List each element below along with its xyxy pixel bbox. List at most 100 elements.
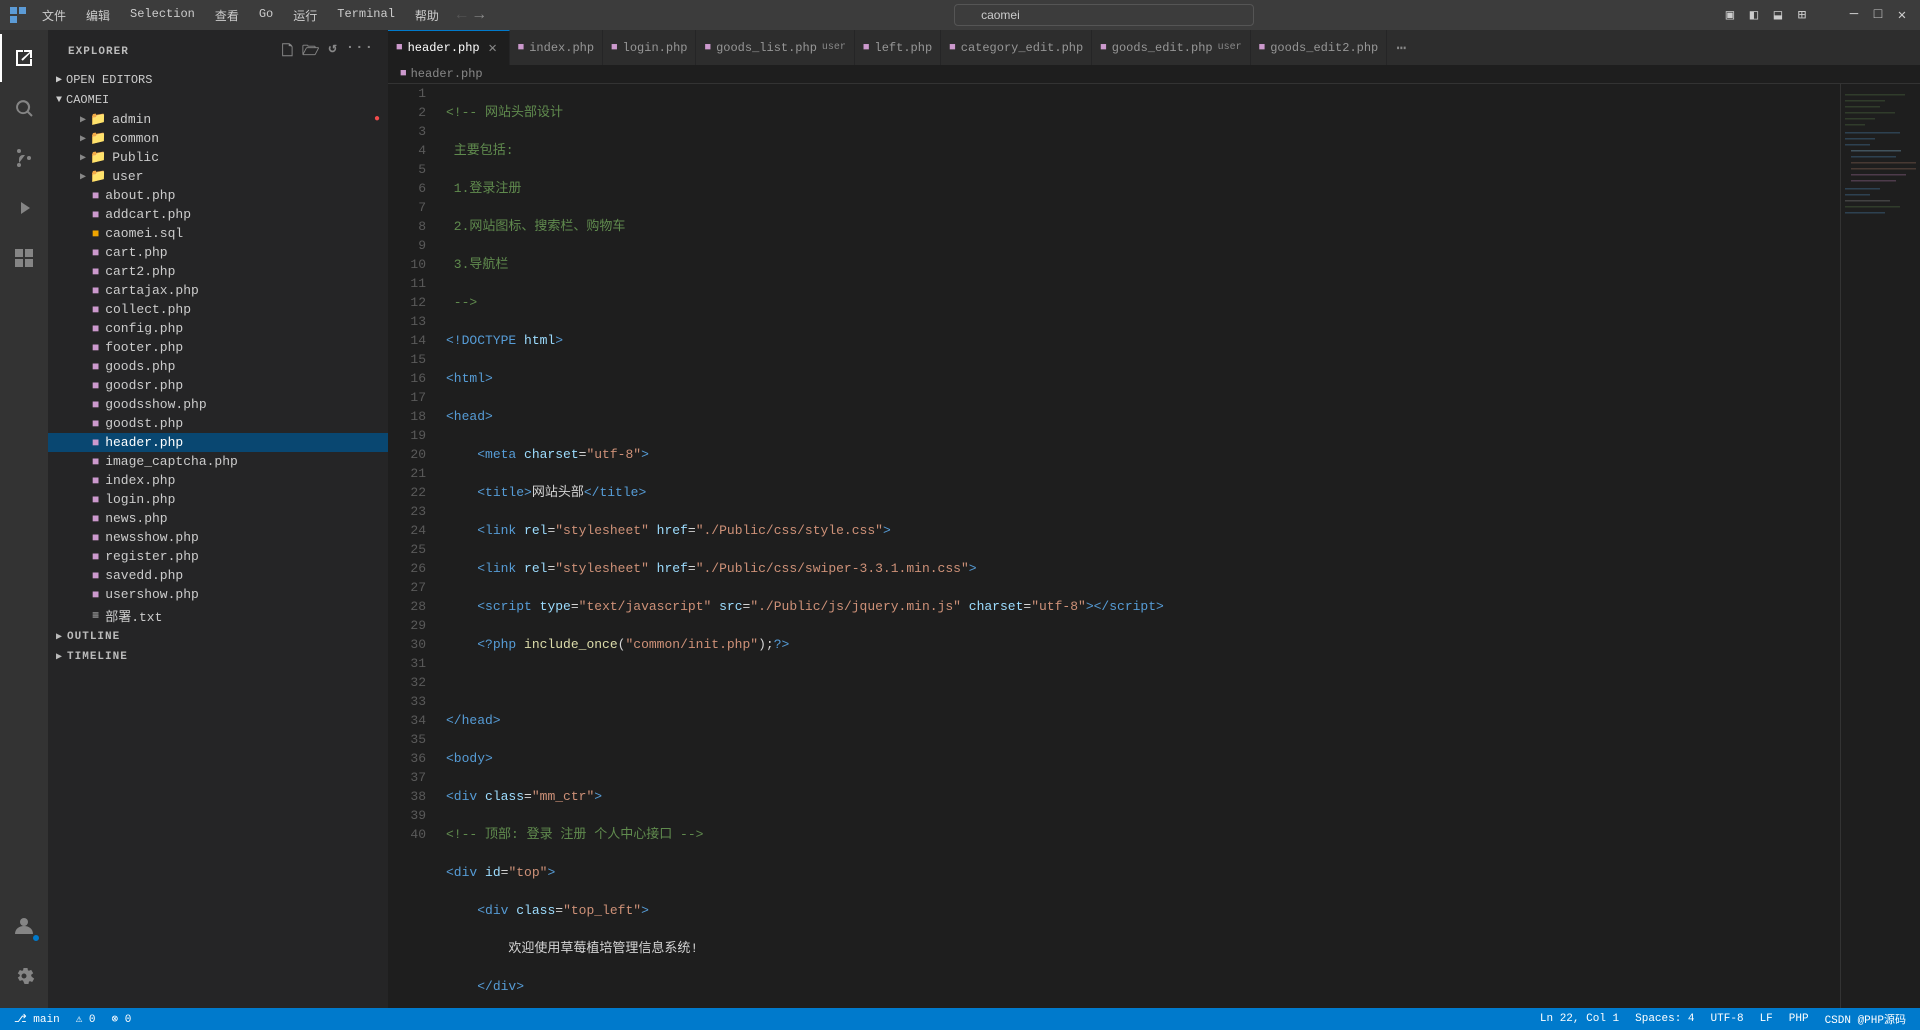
caomei-section[interactable]: ▼ CAOMEI [48,90,388,110]
timeline-section[interactable]: ▶ TIMELINE [48,647,388,667]
nav-back-button[interactable]: ← [455,6,469,24]
layout-icon[interactable]: ⊞ [1794,7,1810,23]
panel-toggle-icon[interactable]: ⬓ [1770,7,1786,23]
nav-forward-button[interactable]: → [473,6,487,24]
file-header-php[interactable]: ■ header.php [48,433,388,452]
tab-header-php[interactable]: ■ header.php ✕ [388,30,510,65]
new-file-icon[interactable]: 🗋 [280,38,296,66]
status-line-ending[interactable]: LF [1756,1013,1777,1025]
settings-activity-icon[interactable] [0,952,48,1000]
file-collect-php[interactable]: ■ collect.php [48,300,388,319]
editor-content: 1 2 3 4 5 6 7 8 9 10 11 12 13 [388,84,1920,1008]
close-button[interactable]: ✕ [1894,7,1910,23]
layout-toggle-icon[interactable]: ▣ [1722,7,1738,23]
open-editors-chevron: ▶ [56,74,62,86]
explorer-activity-icon[interactable] [0,34,48,82]
open-editors-section[interactable]: ▶ OPEN EDITORS [48,70,388,90]
tab-goods-list-php[interactable]: ■ goods_list.php user [696,30,854,65]
file-newsshow-php[interactable]: ■ newsshow.php [48,528,388,547]
menu-help[interactable]: 帮助 [407,5,447,26]
folder-user-label: user [112,169,143,184]
tab-goods-edit-php[interactable]: ■ goods_edit.php user [1092,30,1250,65]
file-register-php[interactable]: ■ register.php [48,547,388,566]
menu-file[interactable]: 文件 [34,5,74,26]
file-cart-php-icon: ■ [92,246,99,260]
tabs-overflow-button[interactable]: ⋯ [1387,30,1415,65]
menu-edit[interactable]: 编辑 [78,5,118,26]
admin-modified-dot: ● [374,114,380,125]
new-folder-icon[interactable]: 🗁 [300,38,322,66]
source-control-activity-icon[interactable] [0,134,48,182]
file-about-php-icon: ■ [92,189,99,203]
open-editors-label: OPEN EDITORS [66,73,152,87]
editor-area: ■ header.php ✕ ■ index.php ■ login.php ■… [388,30,1920,1008]
menu-selection[interactable]: Selection [122,5,203,26]
search-input[interactable] [954,4,1254,26]
status-encoding[interactable]: UTF-8 [1707,1013,1748,1025]
file-newsshow-php-label: newsshow.php [105,530,199,545]
tab-goods-edit2-php[interactable]: ■ goods_edit2.php [1251,30,1388,65]
file-goodsr-php-label: goodsr.php [105,378,183,393]
maximize-button[interactable]: □ [1870,7,1886,23]
file-cart-php[interactable]: ■ cart.php [48,243,388,262]
file-image-captcha-php[interactable]: ■ image_captcha.php [48,452,388,471]
file-header-php-label: header.php [105,435,183,450]
tab-category-edit-php[interactable]: ■ category_edit.php [941,30,1092,65]
file-footer-php-label: footer.php [105,340,183,355]
status-branch[interactable]: ⎇ main [10,1012,64,1026]
status-cursor[interactable]: Ln 22, Col 1 [1536,1013,1623,1025]
refresh-icon[interactable]: ↺ [326,38,339,66]
menu-run[interactable]: 运行 [285,5,325,26]
file-login-php[interactable]: ■ login.php [48,490,388,509]
file-footer-php[interactable]: ■ footer.php [48,338,388,357]
tab-category-edit-php-icon: ■ [949,42,956,54]
tab-header-php-close[interactable]: ✕ [485,40,501,56]
file-cartajax-php[interactable]: ■ cartajax.php [48,281,388,300]
file-goodst-php[interactable]: ■ goodst.php [48,414,388,433]
more-actions-icon[interactable]: ··· [344,38,376,66]
file-goods-php[interactable]: ■ goods.php [48,357,388,376]
file-news-php[interactable]: ■ news.php [48,509,388,528]
activity-bar-bottom [0,902,48,1008]
file-goodsshow-php[interactable]: ■ goodsshow.php [48,395,388,414]
file-usershow-php-label: usershow.php [105,587,199,602]
status-csdn[interactable]: CSDN @PHP源码 [1821,1011,1910,1027]
run-activity-icon[interactable] [0,184,48,232]
folder-public[interactable]: ▶ 📁 Public [48,148,388,167]
file-cart2-php[interactable]: ■ cart2.php [48,262,388,281]
extensions-activity-icon[interactable] [0,234,48,282]
sidebar-toggle-icon[interactable]: ◧ [1746,7,1762,23]
menu-go[interactable]: Go [251,5,281,26]
status-language[interactable]: PHP [1785,1013,1813,1025]
editor-main[interactable]: 1 2 3 4 5 6 7 8 9 10 11 12 13 [388,84,1840,1008]
file-caomei-sql[interactable]: ■ caomei.sql [48,224,388,243]
search-activity-icon[interactable] [0,84,48,132]
outline-section[interactable]: ▶ OUTLINE [48,627,388,647]
file-usershow-php[interactable]: ■ usershow.php [48,585,388,604]
file-about-php[interactable]: ■ about.php [48,186,388,205]
status-warnings[interactable]: ⚠ 0 [72,1012,100,1026]
file-deploy-txt[interactable]: ≡ 部署.txt [48,604,388,627]
status-spaces[interactable]: Spaces: 4 [1631,1013,1698,1025]
file-index-php[interactable]: ■ index.php [48,471,388,490]
file-addcart-php[interactable]: ■ addcart.php [48,205,388,224]
account-activity-icon[interactable] [0,902,48,950]
file-config-php[interactable]: ■ config.php [48,319,388,338]
timeline-label: TIMELINE [67,651,128,663]
folder-common-chevron: ▶ [80,133,86,145]
tab-left-php[interactable]: ■ left.php [855,30,941,65]
status-errors[interactable]: ⊗ 0 [108,1012,136,1026]
code-editor[interactable]: <!-- 网站头部设计 主要包括: 1.登录注册 2.网站图标、搜索栏、购物车 … [438,84,1840,1008]
folder-common[interactable]: ▶ 📁 common [48,129,388,148]
tab-login-php[interactable]: ■ login.php [603,30,696,65]
folder-admin[interactable]: ▶ 📁 admin ● [48,110,388,129]
file-newsshow-php-icon: ■ [92,531,99,545]
tab-index-php[interactable]: ■ index.php [510,30,603,65]
tab-goods-edit-php-label: goods_edit.php [1112,41,1213,55]
menu-terminal[interactable]: Terminal [329,5,403,26]
file-goodsr-php[interactable]: ■ goodsr.php [48,376,388,395]
minimize-button[interactable]: ─ [1846,7,1862,23]
file-savedd-php[interactable]: ■ savedd.php [48,566,388,585]
menu-view[interactable]: 查看 [207,5,247,26]
folder-user[interactable]: ▶ 📁 user [48,167,388,186]
